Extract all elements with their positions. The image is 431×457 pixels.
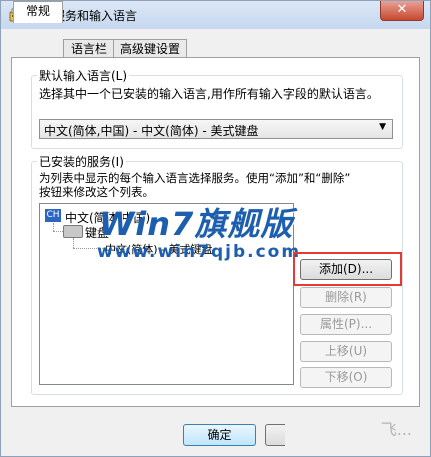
default-language-label: 默认输入语言(L) bbox=[37, 67, 130, 84]
default-language-description: 选择其中一个已安装的输入语言,用作所有输入字段的默认语言。 bbox=[39, 87, 379, 101]
move-up-button[interactable]: 上移(U) bbox=[300, 341, 392, 362]
watermark-corner: 飞... bbox=[380, 420, 412, 439]
watermark-url: www.win7qjb.com bbox=[97, 242, 302, 262]
tab-advanced-key-settings[interactable]: 高级键设置 bbox=[113, 39, 187, 58]
keyboard-icon bbox=[63, 225, 83, 238]
move-down-button[interactable]: 下移(O) bbox=[300, 367, 392, 388]
tree-connector bbox=[53, 223, 54, 231]
tree-connector bbox=[53, 231, 63, 232]
tab-general[interactable]: 常规 bbox=[13, 1, 63, 23]
installed-services-label: 已安装的服务(I) bbox=[37, 153, 126, 170]
dropdown-selected-value: 中文(简体,中国) - 中文(简体) - 美式键盘 bbox=[44, 124, 259, 138]
ok-button[interactable]: 确定 bbox=[183, 424, 256, 446]
tab-language-bar[interactable]: 语言栏 bbox=[63, 39, 115, 58]
tab-label: 语言栏 bbox=[70, 42, 107, 56]
close-icon: ✕ bbox=[396, 2, 408, 17]
tab-label: 高级键设置 bbox=[119, 42, 180, 56]
language-badge-icon: CH bbox=[45, 209, 61, 222]
watermark-brand: Win7旗舰版 bbox=[99, 205, 294, 243]
properties-button[interactable]: 属性(P)... bbox=[300, 314, 392, 335]
tree-connector bbox=[73, 238, 74, 248]
dialog-window: 文本服务和输入语言 ✕ 常规 语言栏 高级键设置 默认输入语言(L) 选择其中一… bbox=[0, 0, 431, 457]
chevron-down-icon: ▼ bbox=[379, 122, 386, 132]
title-bar[interactable]: 文本服务和输入语言 ✕ bbox=[1, 1, 430, 29]
tab-label: 常规 bbox=[25, 4, 50, 18]
default-language-dropdown[interactable]: 中文(简体,中国) - 中文(简体) - 美式键盘 ▼ bbox=[39, 119, 393, 139]
cancel-button[interactable] bbox=[265, 424, 285, 446]
close-button[interactable]: ✕ bbox=[380, 1, 424, 21]
remove-button[interactable]: 删除(R) bbox=[300, 287, 392, 308]
highlight-box bbox=[293, 252, 402, 286]
installed-services-description-2: 按钮来修改这个列表。 bbox=[39, 185, 154, 199]
